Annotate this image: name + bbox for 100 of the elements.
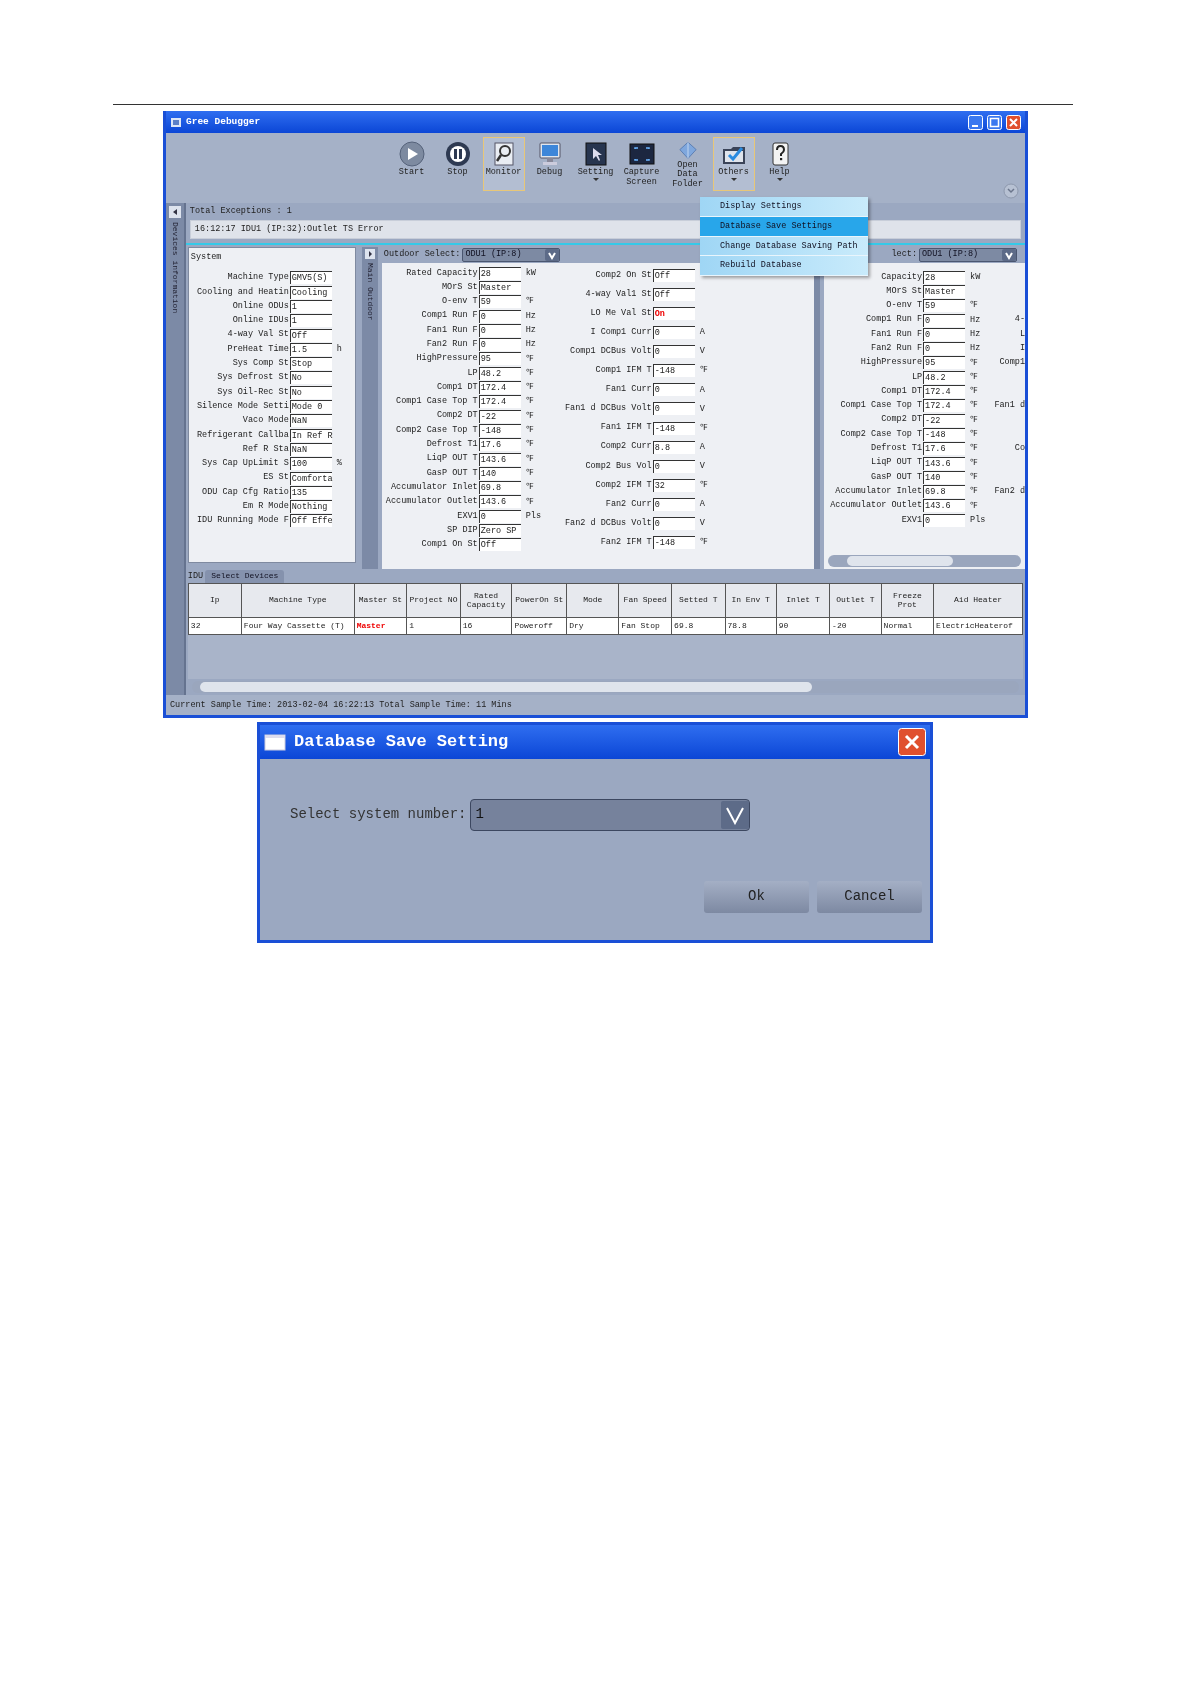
side-tab[interactable]: Devices information bbox=[168, 222, 181, 314]
field-label: Comp1 On St bbox=[420, 538, 478, 552]
menu-item[interactable]: Change Database Saving Path bbox=[700, 236, 868, 257]
unit-label: Hz bbox=[524, 338, 537, 351]
column-header: Ip bbox=[188, 583, 242, 617]
outdoor-select[interactable]: ODU1 (IP:8) bbox=[919, 247, 1017, 262]
field-label: Vaco Mode bbox=[241, 414, 289, 428]
column-header: Master St bbox=[354, 583, 407, 617]
value-field: 48.2 bbox=[923, 370, 966, 384]
value-field: 143.6 bbox=[923, 499, 966, 513]
field-label: GasP OUT T bbox=[870, 470, 923, 484]
side-tab[interactable]: Main Outdoor bbox=[363, 262, 376, 321]
value-field: Off bbox=[652, 269, 695, 283]
window-icon bbox=[264, 732, 286, 751]
unit-label: V bbox=[698, 459, 706, 473]
field-label: ES St bbox=[262, 471, 289, 485]
value-field: 143.6 bbox=[923, 456, 966, 470]
field-label: I bbox=[1018, 342, 1025, 355]
value-field: No bbox=[289, 371, 332, 385]
column-header: Outlet T bbox=[829, 583, 882, 617]
close-button[interactable] bbox=[1006, 114, 1021, 130]
field-label: Comp1 Run F bbox=[420, 309, 478, 323]
field-label: Capacity bbox=[880, 270, 923, 284]
window-title: Gree Debugger bbox=[186, 114, 261, 129]
unit-label: ℉ bbox=[524, 352, 534, 366]
stop-button[interactable]: Stop bbox=[436, 137, 479, 191]
value-field: -22 bbox=[923, 413, 966, 427]
menu-item[interactable]: Database Save Settings bbox=[700, 216, 868, 237]
field-label: Fan2 Run F bbox=[425, 338, 478, 351]
dropdown-button[interactable] bbox=[721, 800, 750, 829]
unit-label: Pls bbox=[524, 509, 541, 523]
value-field: 143.6 bbox=[478, 495, 521, 509]
field-label: HighPressure bbox=[859, 356, 923, 370]
unit-label: V bbox=[698, 402, 706, 416]
unit-label: ℉ bbox=[698, 421, 708, 435]
scroll-thumb[interactable] bbox=[200, 681, 813, 692]
minimize-button[interactable] bbox=[968, 114, 983, 130]
outdoor-select[interactable]: ODU1 (IP:8) bbox=[462, 247, 561, 262]
field-label: Accumulator Inlet bbox=[389, 480, 478, 494]
start-button[interactable]: Start bbox=[390, 137, 433, 191]
help-button[interactable]: Help bbox=[758, 137, 801, 191]
field-label: Silence Mode Setti bbox=[195, 399, 289, 413]
unit-label: Hz bbox=[524, 309, 537, 323]
value-field: 0 bbox=[478, 323, 521, 337]
value-field: 48.2 bbox=[478, 366, 521, 380]
value-field: Off bbox=[478, 538, 521, 552]
field-label: Sys Comp St bbox=[231, 357, 289, 371]
menu-item[interactable]: Rebuild Database bbox=[700, 256, 868, 276]
screen-icon bbox=[627, 140, 656, 168]
close-button[interactable] bbox=[898, 727, 926, 756]
value-field: NaN bbox=[289, 442, 332, 456]
field-label: Comp2 Curr bbox=[599, 440, 652, 454]
table-cell: ElectricHeaterof bbox=[933, 617, 1023, 634]
column-header: Mode bbox=[566, 583, 619, 617]
unit-label: Hz bbox=[969, 313, 982, 327]
unit-label: Hz bbox=[524, 323, 537, 337]
unit-label: ℉ bbox=[524, 366, 534, 380]
field-label: Accumulator Inlet bbox=[834, 484, 923, 498]
value-field: On bbox=[652, 307, 695, 321]
value-field: 28 bbox=[923, 270, 966, 284]
system-number-dropdown[interactable]: 1 bbox=[470, 798, 751, 831]
value-field: Off bbox=[289, 328, 332, 342]
monitor-button[interactable]: Monitor bbox=[482, 137, 525, 191]
value-field: 143.6 bbox=[478, 452, 521, 466]
unit-label: ℉ bbox=[698, 364, 708, 378]
scroll-thumb[interactable] bbox=[847, 555, 954, 566]
value-field: No bbox=[289, 385, 332, 399]
menu-item[interactable]: Display Settings bbox=[700, 197, 868, 217]
value-field: GMV5(S) bbox=[289, 271, 332, 285]
others-button[interactable]: Others bbox=[712, 137, 755, 191]
dropdown-button[interactable] bbox=[545, 248, 560, 261]
value-field: 32 bbox=[652, 478, 695, 492]
field-label: Online IDUs bbox=[231, 314, 289, 328]
capture-screen-button[interactable]: Capture Screen bbox=[620, 137, 663, 191]
field-label: Co bbox=[1013, 442, 1025, 456]
debug-button[interactable]: Debug bbox=[528, 137, 571, 191]
unit-label: ℉ bbox=[524, 295, 534, 309]
tab[interactable]: Select Devices bbox=[205, 569, 285, 583]
field-label: Comp1 IFM T bbox=[594, 364, 652, 378]
value-field: 140 bbox=[923, 470, 966, 484]
value-field: 0 bbox=[923, 327, 966, 341]
value-field: 0 bbox=[652, 459, 695, 473]
unit-label: Hz bbox=[969, 342, 982, 355]
maximize-button[interactable] bbox=[987, 114, 1002, 130]
collapse-button[interactable] bbox=[168, 206, 181, 218]
unit-label: ℉ bbox=[969, 485, 979, 498]
ok-button[interactable]: Ok bbox=[704, 880, 809, 913]
unit-label: V bbox=[698, 345, 706, 359]
cancel-button[interactable]: Cancel bbox=[817, 880, 922, 913]
unit-label: A bbox=[698, 326, 706, 340]
unit-label: ℉ bbox=[969, 299, 979, 313]
scrollbar[interactable] bbox=[191, 680, 1019, 693]
field-label: Comp1 Run F bbox=[864, 313, 923, 327]
scrollbar[interactable] bbox=[827, 554, 1021, 567]
dropdown-button[interactable] bbox=[1002, 248, 1016, 261]
expand-button[interactable] bbox=[364, 248, 375, 259]
setting-button[interactable]: Setting bbox=[574, 137, 617, 191]
field-label: Comp2 On St bbox=[594, 268, 652, 282]
field-label: Fan1 Run F bbox=[425, 323, 478, 337]
open-data-folder-button[interactable]: Open Data Folder bbox=[666, 137, 709, 191]
